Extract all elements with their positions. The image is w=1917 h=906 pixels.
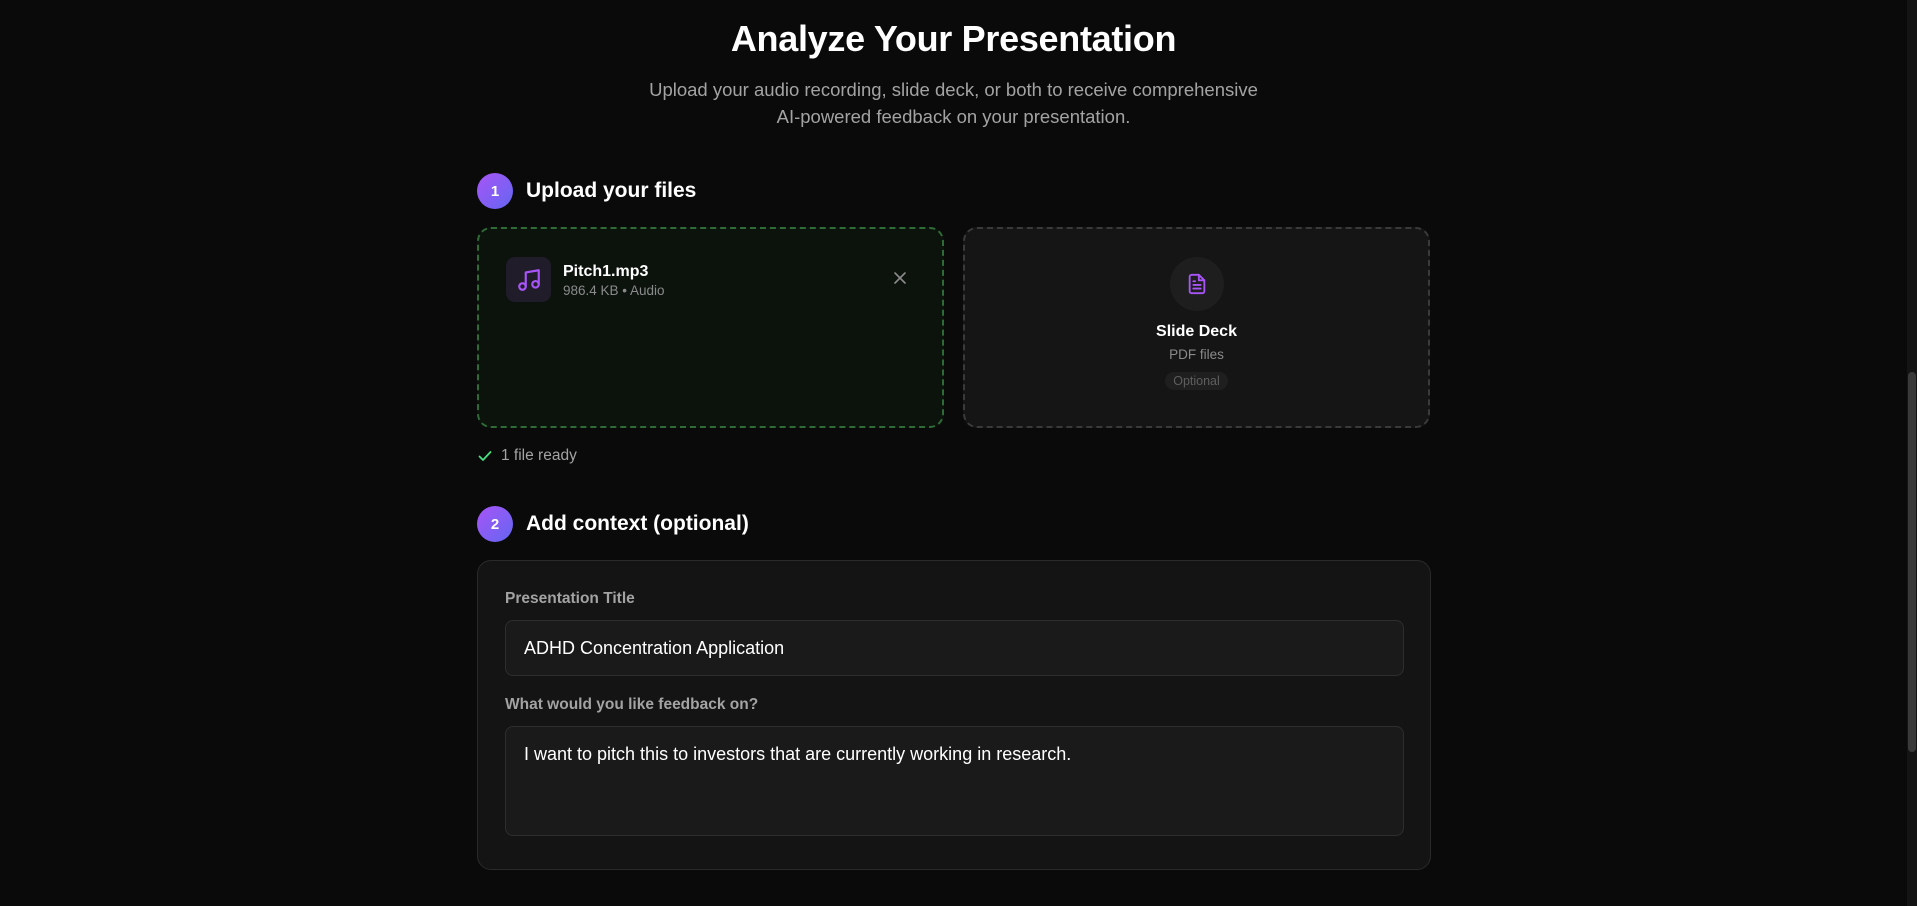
context-card: Presentation Title What would you like f… [477,560,1431,870]
uploaded-file-row: Pitch1.mp3 986.4 KB • Audio [506,257,665,302]
check-icon [478,451,492,461]
slide-deck-subtitle: PDF files [1169,347,1224,362]
step-1-title: Upload your files [526,179,697,202]
upload-status: 1 file ready [477,447,577,465]
file-name: Pitch1.mp3 [563,262,649,280]
document-icon [1169,257,1224,311]
presentation-title-label: Presentation Title [505,590,635,607]
scrollbar-track[interactable] [1907,0,1917,906]
step-2-header: 2 Add context (optional) [477,506,749,542]
subtitle-line-2: AI-powered feedback on your presentation… [776,106,1131,127]
step-2-title: Add context (optional) [526,512,749,535]
slide-deck-content: Slide Deck PDF files Optional [965,229,1428,390]
scrollbar-thumb[interactable] [1908,372,1916,752]
slide-deck-title: Slide Deck [1156,323,1237,340]
optional-badge: Optional [1165,372,1228,390]
feedback-label: What would you like feedback on? [505,696,759,713]
step-1-number: 1 [477,173,513,209]
page-subtitle: Upload your audio recording, slide deck,… [0,76,1907,130]
subtitle-line-1: Upload your audio recording, slide deck,… [649,79,1258,100]
step-1-header: 1 Upload your files [477,173,696,209]
file-meta: 986.4 KB • Audio [563,282,665,298]
close-icon [894,272,906,284]
presentation-title-input[interactable] [505,620,1404,676]
remove-file-button[interactable] [890,268,910,288]
audio-upload-card[interactable]: Pitch1.mp3 986.4 KB • Audio [477,227,944,428]
slide-deck-upload-card[interactable]: Slide Deck PDF files Optional [963,227,1430,428]
music-note-icon [506,257,551,302]
upload-status-text: 1 file ready [501,447,577,464]
step-2-number: 2 [477,506,513,542]
file-info: Pitch1.mp3 986.4 KB • Audio [563,262,665,298]
page-title: Analyze Your Presentation [730,18,1177,59]
feedback-textarea[interactable]: I want to pitch this to investors that a… [505,726,1404,836]
